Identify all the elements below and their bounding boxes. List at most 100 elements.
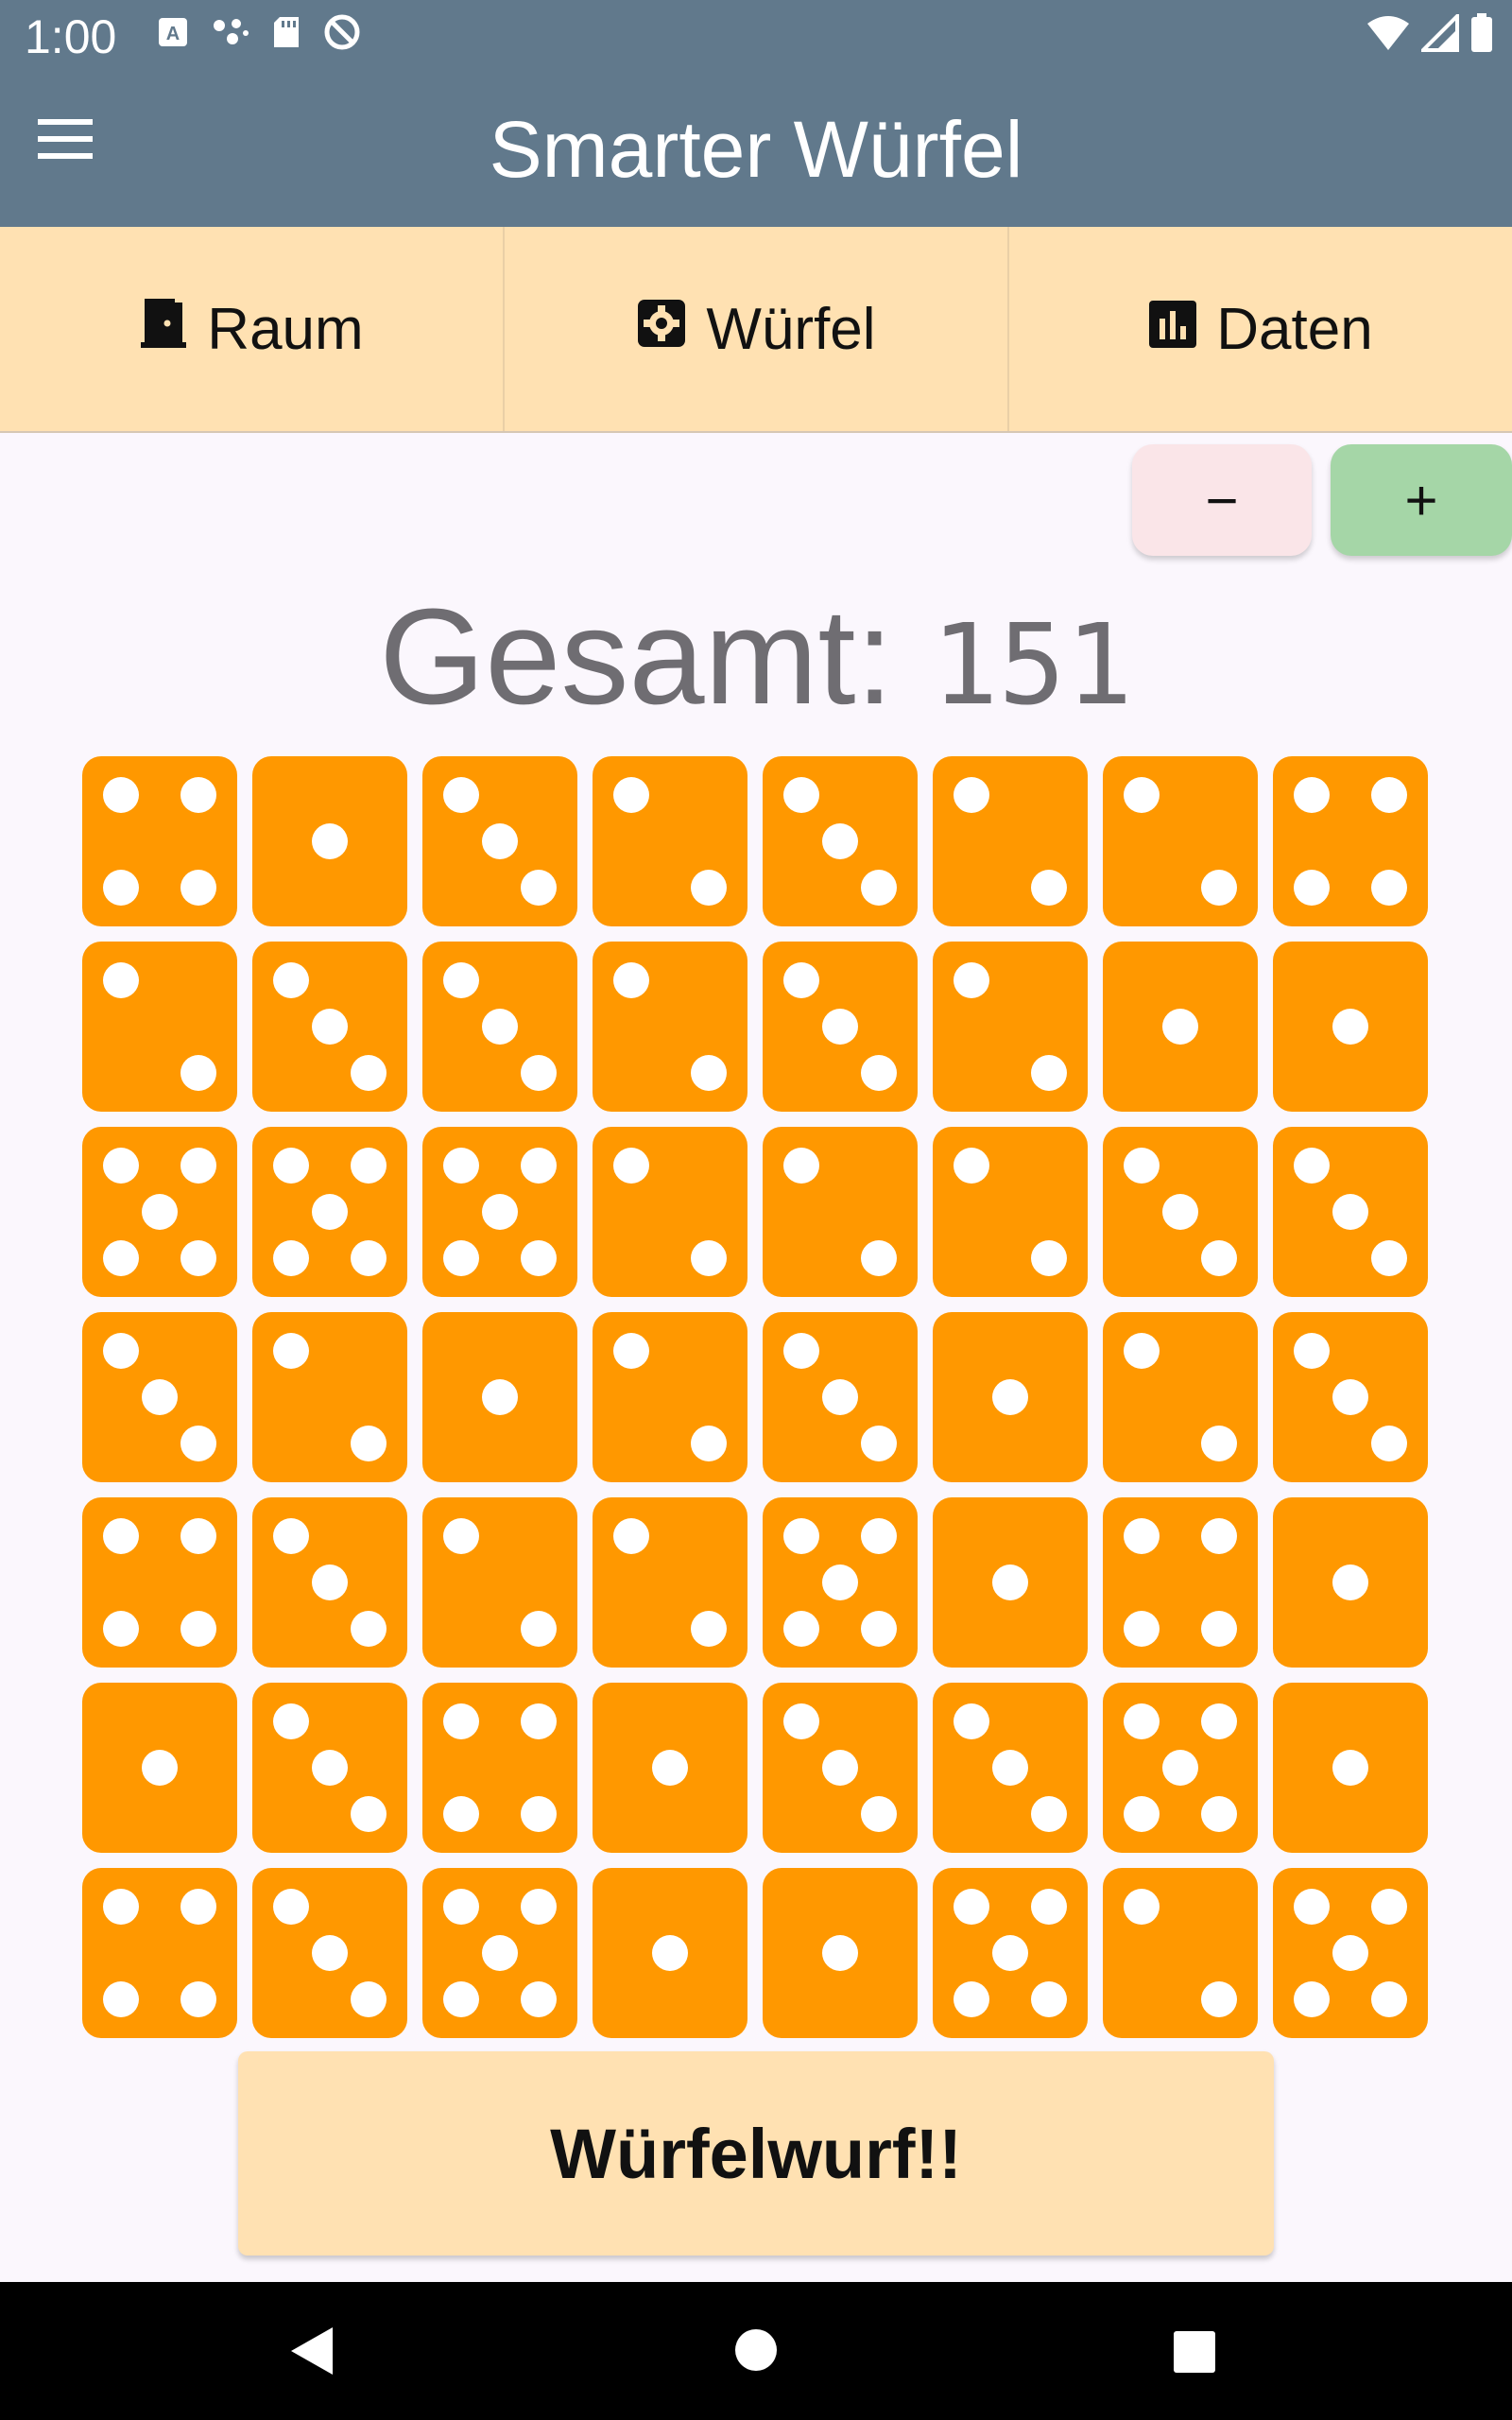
die-face-2[interactable] xyxy=(593,942,747,1112)
die-pip xyxy=(273,1148,309,1184)
die-face-3[interactable] xyxy=(1103,1127,1258,1297)
die-face-2[interactable] xyxy=(82,942,237,1112)
die-pip xyxy=(954,777,989,814)
die-face-3[interactable] xyxy=(1273,1127,1428,1297)
die-face-3[interactable] xyxy=(933,1683,1088,1853)
no-disturb-icon xyxy=(323,13,361,56)
die-face-3[interactable] xyxy=(82,1312,237,1482)
roll-dice-button[interactable]: Würfelwurf!! xyxy=(238,2051,1274,2256)
die-face-3[interactable] xyxy=(1273,1312,1428,1482)
die-pip xyxy=(1124,1333,1160,1370)
die-face-2[interactable] xyxy=(1103,1312,1258,1482)
die-face-4[interactable] xyxy=(1103,1497,1258,1668)
increase-dice-button[interactable]: + xyxy=(1331,444,1512,556)
tab-label: Daten xyxy=(1216,296,1373,362)
die-pip xyxy=(351,1239,387,1276)
decrease-dice-button[interactable]: − xyxy=(1132,444,1312,556)
die-face-3[interactable] xyxy=(763,1312,918,1482)
die-pip xyxy=(1332,1379,1368,1415)
die-face-1[interactable] xyxy=(422,1312,577,1482)
die-pip xyxy=(783,777,819,814)
die-face-2[interactable] xyxy=(593,1497,747,1668)
die-face-5[interactable] xyxy=(422,1127,577,1297)
die-face-3[interactable] xyxy=(422,942,577,1112)
die-face-2[interactable] xyxy=(1103,756,1258,926)
die-face-4[interactable] xyxy=(422,1683,577,1853)
die-pip xyxy=(312,1194,348,1230)
die-face-5[interactable] xyxy=(1103,1683,1258,1853)
die-pip xyxy=(1332,1009,1368,1045)
tab-raum[interactable]: Raum xyxy=(0,227,505,431)
back-button[interactable] xyxy=(289,2325,335,2381)
home-button[interactable] xyxy=(735,2329,777,2371)
die-face-4[interactable] xyxy=(82,1497,237,1668)
die-face-5[interactable] xyxy=(1273,1868,1428,2038)
die-pip xyxy=(1201,1610,1237,1647)
die-pip xyxy=(992,1379,1028,1415)
die-face-2[interactable] xyxy=(1103,1868,1258,2038)
die-pip xyxy=(443,1148,479,1184)
die-pip xyxy=(691,1610,727,1647)
die-face-1[interactable] xyxy=(593,1683,747,1853)
die-face-1[interactable] xyxy=(933,1497,1088,1668)
die-face-2[interactable] xyxy=(593,756,747,926)
die-face-1[interactable] xyxy=(82,1683,237,1853)
die-pip xyxy=(652,1935,688,1971)
die-face-2[interactable] xyxy=(933,1127,1088,1297)
die-face-5[interactable] xyxy=(422,1868,577,2038)
die-face-1[interactable] xyxy=(1273,942,1428,1112)
die-face-1[interactable] xyxy=(933,1312,1088,1482)
die-face-3[interactable] xyxy=(252,1868,407,2038)
die-face-1[interactable] xyxy=(252,756,407,926)
die-face-3[interactable] xyxy=(252,1497,407,1668)
die-face-4[interactable] xyxy=(82,1868,237,2038)
die-pip xyxy=(443,1980,479,2017)
tab-wuerfel[interactable]: Würfel xyxy=(505,227,1009,431)
die-face-3[interactable] xyxy=(763,756,918,926)
die-face-3[interactable] xyxy=(763,942,918,1112)
die-face-2[interactable] xyxy=(593,1127,747,1297)
die-pip xyxy=(1294,1148,1330,1184)
die-face-2[interactable] xyxy=(933,756,1088,926)
die-face-5[interactable] xyxy=(252,1127,407,1297)
die-face-1[interactable] xyxy=(763,1868,918,2038)
die-face-3[interactable] xyxy=(252,1683,407,1853)
die-face-4[interactable] xyxy=(1273,756,1428,926)
die-face-3[interactable] xyxy=(422,756,577,926)
die-face-3[interactable] xyxy=(763,1683,918,1853)
die-face-2[interactable] xyxy=(763,1127,918,1297)
die-pip xyxy=(312,1750,348,1786)
die-face-1[interactable] xyxy=(593,1868,747,2038)
die-face-1[interactable] xyxy=(1103,942,1258,1112)
die-face-5[interactable] xyxy=(82,1127,237,1297)
die-pip xyxy=(1031,1889,1067,1926)
die-face-2[interactable] xyxy=(933,942,1088,1112)
die-pip xyxy=(1294,869,1330,906)
die-pip xyxy=(1371,777,1407,814)
die-pip xyxy=(273,1703,309,1740)
die-pip xyxy=(443,1889,479,1926)
die-pip xyxy=(992,1564,1028,1600)
die-pip xyxy=(822,823,858,859)
die-face-4[interactable] xyxy=(82,756,237,926)
die-pip xyxy=(443,1703,479,1740)
die-face-1[interactable] xyxy=(1273,1683,1428,1853)
die-pip xyxy=(992,1750,1028,1786)
die-face-3[interactable] xyxy=(252,942,407,1112)
die-pip xyxy=(613,1333,649,1370)
die-face-2[interactable] xyxy=(593,1312,747,1482)
tab-daten[interactable]: Daten xyxy=(1009,227,1512,431)
die-pip xyxy=(521,1054,557,1091)
die-face-5[interactable] xyxy=(933,1868,1088,2038)
die-face-2[interactable] xyxy=(422,1497,577,1668)
die-face-1[interactable] xyxy=(1273,1497,1428,1668)
die-pip xyxy=(822,1564,858,1600)
die-pip xyxy=(443,777,479,814)
recents-button[interactable] xyxy=(1174,2331,1215,2373)
die-face-5[interactable] xyxy=(763,1497,918,1668)
die-pip xyxy=(1124,1889,1160,1926)
die-pip xyxy=(954,1889,989,1926)
die-pip xyxy=(521,1148,557,1184)
die-pip xyxy=(443,1795,479,1832)
die-face-2[interactable] xyxy=(252,1312,407,1482)
